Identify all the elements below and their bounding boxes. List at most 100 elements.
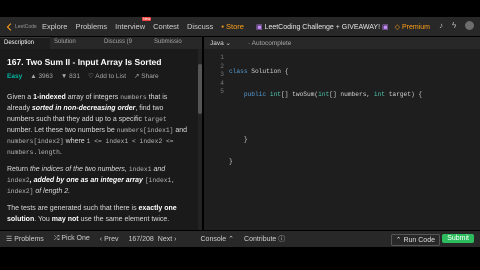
thumbs-down-icon: ▼ — [60, 72, 68, 80]
shuffle-icon: ⤮ — [53, 235, 60, 242]
submit-button[interactable]: Submit — [442, 234, 474, 243]
inline-code: index1 — [128, 166, 152, 173]
contribute-button[interactable]: Contribute ⓘ — [244, 234, 285, 244]
info-icon: ⓘ — [278, 236, 286, 243]
nav-discuss[interactable]: Discuss — [187, 22, 213, 31]
text: . You — [34, 216, 52, 223]
inline-code: numbers — [120, 94, 147, 101]
description-scrollbar[interactable] — [198, 49, 202, 230]
prev-button[interactable]: ‹ Prev — [100, 236, 119, 243]
type: int — [269, 90, 281, 98]
bottom-toolbar: ☰ Problems ⤮ Pick One ‹ Prev 167/208 Nex… — [0, 231, 480, 247]
autocomplete-toggle[interactable]: · Autocomplete — [248, 40, 291, 47]
tab-submissions[interactable]: Submissio — [150, 37, 200, 49]
chevron-up-icon: ⌃ — [228, 236, 235, 243]
like-count: 3963 — [38, 72, 53, 80]
avatar[interactable] — [465, 21, 474, 30]
console-button[interactable]: Console ⌃ — [201, 235, 235, 243]
next-label: Next — [157, 235, 173, 243]
lightning-icon[interactable]: ϟ — [452, 21, 459, 30]
text: number. Let these two numbers be — [7, 127, 117, 134]
nav-problems[interactable]: Problems — [75, 22, 107, 31]
chevron-up-icon: ⌃ — [395, 237, 402, 244]
text: and — [173, 127, 188, 134]
text: use the same element twice. — [78, 216, 170, 223]
language-select[interactable]: Java ⌄ — [210, 39, 248, 47]
text: . — [59, 149, 62, 156]
pick-one-button[interactable]: ⤮ Pick One — [54, 235, 90, 243]
chevron-down-icon: ⌄ — [225, 40, 231, 47]
dislike-count: 831 — [69, 72, 81, 80]
notification-bell-icon[interactable]: ♪ — [439, 21, 446, 30]
desc-paragraph-1: Given a 1-indexed array of integers numb… — [7, 92, 191, 158]
code-line-4: } — [229, 135, 248, 143]
thumbs-up-icon: ▲ — [30, 72, 37, 80]
line-number: 5 — [220, 88, 224, 95]
text: Return — [7, 166, 30, 173]
contribute-label: Contribute — [244, 236, 277, 243]
code-content[interactable]: class Solution { public int[] twoSum(int… — [229, 54, 422, 181]
run-code-button[interactable]: ⌃ Run Code — [390, 234, 440, 246]
editor-toolbar: Java ⌄ · Autocomplete — [204, 37, 480, 49]
dislike-button[interactable]: ▼ 831 — [61, 73, 80, 80]
text: Given a — [7, 94, 34, 101]
problem-meta: Easy ▲ 3963 ▼ 831 ♡ Add to List ↗ Share — [7, 72, 191, 81]
type: int — [318, 90, 330, 98]
gift-icon: ▣ — [255, 23, 263, 31]
desc-paragraph-3: The tests are generated such that there … — [7, 203, 191, 225]
run-code-label: Run Code — [403, 237, 435, 244]
gift-icon-right: ▣ — [382, 23, 389, 31]
store-label: Store — [226, 22, 244, 31]
chevron-left-icon: ‹ — [99, 235, 103, 243]
code-line-2: public int[] twoSum(int[] numbers, int t… — [243, 90, 423, 98]
language-label: Java — [210, 40, 224, 47]
inline-code: numbers[index1] — [116, 127, 174, 134]
page-indicator: 167/208 — [128, 235, 154, 243]
pick-one-label: Pick One — [61, 235, 90, 242]
chevron-right-icon: › — [174, 235, 177, 243]
nav-icon-group: ♪ ϟ — [439, 21, 474, 30]
nav-interview[interactable]: Interview New — [115, 17, 152, 31]
text-emphasis: and — [151, 166, 166, 173]
text-bold: may not — [51, 216, 79, 223]
problems-list-button[interactable]: ☰ Problems — [6, 235, 44, 243]
text: The tests are generated such that there … — [7, 205, 139, 212]
next-button[interactable]: Next › — [158, 236, 177, 243]
line-number: 1 — [220, 54, 224, 61]
nav-explore[interactable]: Explore — [42, 22, 67, 31]
heart-icon: ♡ — [88, 73, 94, 80]
leetcode-logo[interactable]: LeetCode — [6, 22, 42, 31]
like-button[interactable]: ▲ 3963 — [30, 73, 53, 80]
keyword: public — [243, 90, 267, 98]
nav-interview-label: Interview — [115, 22, 146, 31]
top-navbar: LeetCode Explore Problems Interview New C… — [0, 17, 480, 36]
problem-description-pane: 167. Two Sum II - Input Array Is Sorted … — [0, 49, 198, 230]
code-line-5: } — [229, 158, 233, 165]
code-line-1: class Solution { — [229, 68, 289, 75]
store-icon: ▪ — [221, 22, 224, 31]
inline-code: target — [143, 116, 167, 123]
scrollbar-thumb[interactable] — [198, 64, 202, 114]
text-emphasis: , added by one as an integer array — [29, 177, 145, 184]
tab-discuss[interactable]: Discuss (9 — [100, 37, 150, 49]
autocomplete-dot-icon: · — [248, 39, 251, 47]
share-label: Share — [141, 73, 159, 80]
nav-store[interactable]: ▪ Store — [221, 22, 244, 31]
tab-solution[interactable]: Solution — [50, 37, 100, 49]
type: int — [373, 90, 385, 98]
tab-description[interactable]: Description — [0, 37, 50, 49]
inline-code: numbers[index2] — [7, 138, 64, 145]
nav-contest[interactable]: Contest — [153, 22, 179, 31]
promo-banner[interactable]: ▣ LeetCoding Challenge + GIVEAWAY! ▣ — [256, 23, 389, 31]
premium-link[interactable]: ◇ Premium — [395, 23, 430, 31]
code-editor[interactable]: 1 2 3 4 5 class Solution { public int[] … — [204, 49, 480, 230]
promo-text: LeetCoding Challenge + GIVEAWAY! — [264, 23, 381, 31]
text-bold: 1-indexed — [33, 94, 66, 101]
new-badge: New — [142, 17, 152, 21]
add-to-list-button[interactable]: ♡ Add to List — [88, 72, 126, 80]
line-number: 4 — [220, 79, 224, 87]
text-emphasis: the indices of the two numbers, — [29, 166, 129, 173]
autocomplete-label: Autocomplete — [251, 39, 292, 47]
share-button[interactable]: ↗ Share — [134, 72, 159, 80]
